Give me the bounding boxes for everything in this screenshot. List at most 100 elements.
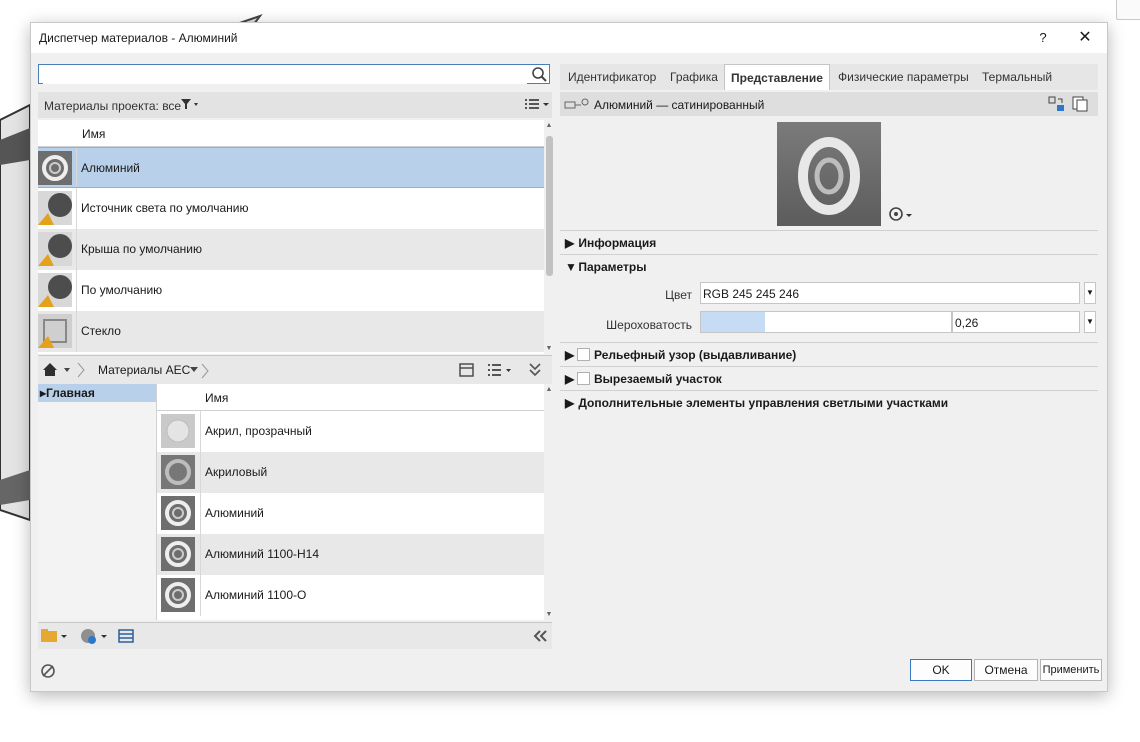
column-header-name[interactable]: Имя [205, 391, 228, 405]
collapse-icon[interactable]: ▼ [565, 260, 577, 274]
library-breadcrumb[interactable]: Материалы AEC [98, 363, 190, 377]
asset-name: Алюминий — сатинированный [594, 98, 765, 112]
preview-options-icon[interactable] [888, 206, 916, 222]
list-item[interactable]: Акрил, прозрачный [157, 411, 544, 452]
project-materials-bar: Материалы проекта: все [38, 92, 552, 118]
asset-link-icon [564, 98, 589, 109]
bottom-toolbar [38, 622, 552, 649]
list-item[interactable]: Акриловый [157, 452, 544, 493]
list-item[interactable]: Алюминий [157, 493, 544, 534]
view-cube-widget[interactable] [1116, 0, 1140, 20]
library-scrollbar[interactable]: ▲ ▼ [544, 384, 554, 620]
list-item[interactable]: Крыша по умолчанию [38, 229, 544, 270]
prohibited-icon[interactable] [40, 663, 56, 679]
library-view-icons[interactable] [458, 361, 548, 379]
material-name: По умолчанию [81, 283, 163, 297]
tab-graphics[interactable]: Графика [670, 70, 718, 84]
color-label: Цвет [665, 288, 692, 302]
section-relief[interactable]: ▶ Рельефный узор (выдавливание) [565, 348, 796, 362]
material-thumbnail-icon [38, 151, 72, 185]
section-parameters[interactable]: ▼ Параметры [565, 260, 647, 274]
asset-header: Алюминий — сатинированный [560, 92, 1098, 116]
project-materials-list: Имя Алюминий Источник света по умолчанию… [38, 120, 544, 354]
material-thumbnail-icon [38, 232, 72, 266]
search-field[interactable] [43, 66, 527, 84]
color-field[interactable]: RGB 245 245 246 [700, 282, 1080, 304]
material-thumbnail-icon [161, 414, 195, 448]
roughness-dropdown[interactable]: ▼ [1084, 311, 1096, 333]
search-icon[interactable] [531, 66, 547, 82]
material-name: Крыша по умолчанию [81, 242, 202, 256]
material-name: Алюминий 1100-H14 [205, 547, 320, 561]
expand-icon[interactable]: ▶ [565, 236, 575, 250]
cutout-checkbox[interactable] [577, 372, 590, 385]
material-name: Источник света по умолчанию [81, 201, 249, 215]
glass-thumbnail-icon [38, 314, 72, 348]
material-name: Алюминий [81, 161, 140, 175]
list-header: Имя [38, 120, 544, 147]
list-header: Имя [157, 384, 544, 411]
cancel-button[interactable]: Отмена [974, 659, 1038, 681]
column-header-name[interactable]: Имя [82, 127, 105, 141]
material-thumbnail-icon [38, 273, 72, 307]
scroll-down-icon[interactable]: ▼ [545, 611, 553, 618]
list-item[interactable]: Источник света по умолчанию [38, 188, 544, 229]
library-folder-icon[interactable] [40, 628, 70, 644]
tab-identity[interactable]: Идентификатор [568, 70, 656, 84]
tab-thermal[interactable]: Термальный [982, 70, 1052, 84]
expand-icon[interactable]: ▶ [565, 372, 575, 386]
color-value: RGB 245 245 246 [703, 287, 800, 301]
material-thumbnail-icon [38, 191, 72, 225]
expand-icon[interactable]: ▶ [565, 348, 575, 362]
scroll-up-icon[interactable]: ▲ [545, 122, 553, 129]
project-materials-label: Материалы проекта: все [44, 99, 182, 113]
roughness-value: 0,26 [955, 316, 979, 330]
material-thumbnail-icon [161, 496, 195, 530]
library-tree: ▸Главная [38, 384, 157, 620]
tab-appearance[interactable]: Представление [724, 64, 830, 90]
material-name: Алюминий [205, 506, 264, 520]
chevron-down-icon[interactable] [188, 363, 210, 379]
material-thumbnail-icon [161, 537, 195, 571]
filter-icon[interactable] [180, 97, 200, 111]
list-item[interactable]: Алюминий 1100-H14 [157, 534, 544, 575]
list-item[interactable]: Стекло [38, 311, 544, 352]
tab-physical[interactable]: Физические параметры [838, 70, 969, 84]
material-name: Акриловый [205, 465, 268, 479]
relief-checkbox[interactable] [577, 348, 590, 361]
list-item[interactable]: Алюминий [38, 147, 544, 188]
color-dropdown[interactable]: ▼ [1084, 282, 1096, 304]
collapse-panel-icon[interactable] [532, 628, 548, 644]
library-toolbar: Материалы AEC [38, 355, 552, 384]
roughness-input[interactable]: 0,26 [952, 311, 1080, 333]
duplicate-asset-icon[interactable] [1072, 96, 1090, 112]
section-advanced-highlight[interactable]: ▶ Дополнительные элементы управления све… [565, 396, 948, 410]
material-name: Акрил, прозрачный [205, 424, 312, 438]
create-material-icon[interactable] [80, 628, 110, 644]
material-name: Стекло [81, 324, 121, 338]
view-options-icon[interactable] [524, 97, 550, 111]
property-tabs: Идентификатор Графика Представление Физи… [560, 64, 1098, 90]
apply-button[interactable]: Применить [1040, 659, 1102, 681]
roughness-slider[interactable] [700, 311, 952, 333]
ok-button[interactable]: OK [910, 659, 972, 681]
expand-icon[interactable]: ▶ [565, 396, 575, 410]
library-materials-list: Имя Акрил, прозрачный Акриловый Алюминий [157, 384, 544, 620]
preview-swatch-icon [798, 137, 860, 215]
replace-asset-icon[interactable] [1048, 96, 1066, 112]
scroll-up-icon[interactable]: ▲ [545, 386, 553, 393]
material-thumbnail-icon [161, 578, 195, 612]
list-item[interactable]: Алюминий 1100-O [157, 575, 544, 616]
section-cutout[interactable]: ▶ Вырезаемый участок [565, 372, 722, 386]
asset-browser-icon[interactable] [118, 628, 134, 644]
roughness-label: Шероховатость [606, 318, 692, 332]
material-preview[interactable] [777, 122, 881, 226]
scroll-down-icon[interactable]: ▼ [545, 345, 553, 352]
search-input[interactable] [38, 64, 550, 84]
material-name: Алюминий 1100-O [205, 588, 307, 602]
tree-root-item[interactable]: ▸Главная [38, 384, 156, 402]
material-thumbnail-icon [161, 455, 195, 489]
home-icon[interactable] [42, 362, 86, 378]
list-item[interactable]: По умолчанию [38, 270, 544, 311]
section-information[interactable]: ▶ Информация [565, 236, 656, 250]
